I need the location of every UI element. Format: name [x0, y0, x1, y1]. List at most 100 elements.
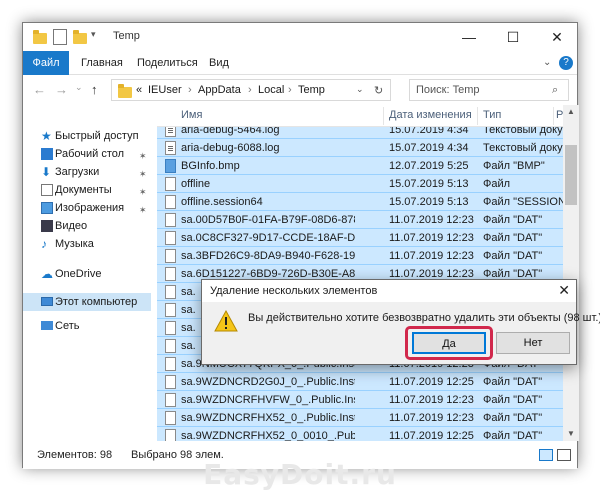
warning-icon	[214, 310, 238, 332]
yes-button[interactable]: Да	[412, 332, 486, 354]
watermark: EasyDoit.ru	[203, 458, 397, 491]
desktop-icon	[41, 148, 53, 160]
file-icon	[165, 393, 176, 407]
file-name: aria-debug-6088.log	[181, 142, 280, 154]
file-icon	[165, 411, 176, 425]
new-folder-icon[interactable]	[73, 29, 87, 45]
sidebar-item-downloads[interactable]: ⬇ Загрузки ✶	[23, 163, 151, 181]
crumb-local[interactable]: Local	[258, 84, 284, 96]
address-folder-icon	[118, 84, 132, 98]
file-type: Файл "DAT"	[483, 412, 543, 424]
file-date: 15.07.2019 4:34	[389, 127, 469, 136]
file-name: sa.9WZDNCRFHX52_0_.Public.InstallAge...	[181, 412, 355, 424]
table-row[interactable]: BGInfo.bmp 12.07.2019 5:25 Файл "BMP"	[157, 157, 563, 175]
file-icon	[165, 357, 176, 371]
vertical-scrollbar[interactable]: ▲ ▼	[563, 105, 579, 441]
scroll-up-icon[interactable]: ▲	[567, 107, 575, 116]
table-row[interactable]: sa.9WZDNCRFHX52_0_.Public.InstallAge... 1…	[157, 409, 563, 427]
column-date[interactable]: Дата изменения	[389, 109, 472, 121]
file-name: sa.00D57B0F-01FA-B79F-08D6-878ED20C...	[181, 214, 355, 226]
table-row[interactable]: sa.00D57B0F-01FA-B79F-08D6-878ED20C... 11…	[157, 211, 563, 229]
scroll-down-icon[interactable]: ▼	[567, 429, 575, 438]
table-row[interactable]: sa.9WZDNCRD2G0J_0_.Public.InstallAge... 1…	[157, 373, 563, 391]
file-date: 11.07.2019 12:23	[389, 412, 474, 424]
properties-icon[interactable]	[53, 29, 67, 45]
file-type: Файл	[483, 178, 511, 190]
address-row: ← → ⌄ ↑ « IEUser › AppData › Local › Tem…	[23, 75, 577, 105]
file-date: 11.07.2019 12:23	[389, 232, 474, 244]
scroll-thumb[interactable]	[565, 145, 577, 205]
table-row[interactable]: sa.9WZDNCRFHX52_0_0010_.Public.Insta... 1…	[157, 427, 563, 441]
ribbon-tabs: Файл Главная Поделиться Вид ⌄ ?	[23, 51, 577, 75]
column-name[interactable]: Имя	[181, 109, 202, 121]
table-row[interactable]: offline.session64 15.07.2019 5:13 Файл "SE…	[157, 193, 563, 211]
dialog-title: Удаление нескольких элементов	[210, 285, 378, 297]
tab-home[interactable]: Главная	[81, 51, 123, 75]
refresh-icon[interactable]: ↻	[374, 84, 383, 97]
file-type: Файл "DAT"	[483, 232, 543, 244]
documents-icon	[41, 184, 53, 196]
sidebar-item-pictures[interactable]: Изображения ✶	[23, 199, 151, 217]
file-icon	[165, 195, 176, 209]
file-name: offline	[181, 178, 211, 190]
file-icon	[165, 159, 176, 173]
sidebar-item-documents[interactable]: Документы ✶	[23, 181, 151, 199]
crumb-temp[interactable]: Temp	[298, 84, 325, 96]
address-dropdown-icon[interactable]: ⌄	[356, 84, 364, 95]
file-type: Файл "BMP"	[483, 160, 545, 172]
table-row[interactable]: sa.3BFD26C9-8DA9-B940-F628-1999D... 11.07…	[157, 247, 563, 265]
forward-icon[interactable]: →	[55, 82, 68, 97]
title-bar: ▾ Temp — ☐ ✕	[23, 23, 577, 51]
file-icon	[165, 177, 176, 191]
up-icon[interactable]: ↑	[91, 82, 98, 97]
table-row[interactable]: sa.9WZDNCRFHVFW_0_.Public.InstallAge... 1…	[157, 391, 563, 409]
computer-icon	[41, 297, 53, 306]
sidebar-item-quick-access[interactable]: ★ Быстрый доступ	[23, 127, 151, 145]
close-button[interactable]: ✕	[535, 23, 579, 51]
help-icon[interactable]: ?	[559, 56, 573, 70]
sidebar-item-network[interactable]: Сеть	[23, 317, 151, 335]
table-row[interactable]: offline 15.07.2019 5:13 Файл	[157, 175, 563, 193]
file-date: 11.07.2019 12:23	[389, 250, 474, 262]
file-date: 15.07.2019 5:13	[389, 178, 469, 190]
file-icon	[165, 213, 176, 227]
file-date: 11.07.2019 12:25	[389, 430, 474, 441]
no-button[interactable]: Нет	[496, 332, 570, 354]
ribbon-expand-icon[interactable]: ⌄	[543, 51, 551, 75]
tab-share[interactable]: Поделиться	[137, 51, 198, 75]
file-type: Файл "SESSION64"	[483, 196, 563, 208]
address-bar[interactable]: « IEUser › AppData › Local › Temp ⌄ ↻	[111, 79, 391, 101]
search-input[interactable]: Поиск: Temp ⌕	[409, 79, 569, 101]
sidebar-item-this-pc[interactable]: Этот компьютер	[23, 293, 151, 311]
sidebar-item-videos[interactable]: Видео	[23, 217, 151, 235]
file-icon	[165, 285, 176, 299]
recent-dropdown-icon[interactable]: ⌄	[75, 82, 83, 93]
file-date: 11.07.2019 12:23	[389, 214, 474, 226]
file-icon	[165, 321, 176, 335]
file-type: Файл "DAT"	[483, 394, 543, 406]
address-prefix[interactable]: «	[136, 84, 142, 96]
dialog-close-icon[interactable]: ✕	[558, 282, 570, 299]
quick-access-dropdown-icon[interactable]: ▾	[91, 29, 101, 45]
tab-view[interactable]: Вид	[209, 51, 229, 75]
file-date: 11.07.2019 12:25	[389, 376, 474, 388]
table-row[interactable]: aria-debug-5464.log 15.07.2019 4:34 Тексто…	[157, 127, 563, 139]
sidebar-item-desktop[interactable]: Рабочий стол ✶	[23, 145, 151, 163]
sidebar-item-music[interactable]: ♪ Музыка	[23, 235, 151, 253]
sidebar-item-onedrive[interactable]: ☁ OneDrive	[23, 265, 151, 283]
file-date: 15.07.2019 5:13	[389, 196, 469, 208]
back-icon[interactable]: ←	[33, 82, 46, 97]
maximize-button[interactable]: ☐	[491, 23, 535, 51]
file-type: Текстовый докум...	[483, 127, 563, 136]
table-row[interactable]: sa.0C8CF327-9D17-CCDE-18AF-DFF4F20... 11.…	[157, 229, 563, 247]
navigation-pane: ★ Быстрый доступ Рабочий стол ✶ ⬇ Загруз…	[23, 105, 151, 441]
file-icon	[165, 267, 176, 281]
crumb-ieuser[interactable]: IEUser	[148, 84, 182, 96]
crumb-appdata[interactable]: AppData	[198, 84, 241, 96]
tab-file[interactable]: Файл	[23, 51, 69, 75]
column-header: Имя Дата изменения Тип Р	[157, 105, 563, 127]
minimize-button[interactable]: —	[447, 23, 491, 51]
file-list: Имя Дата изменения Тип Р aria-debug-5464…	[157, 105, 563, 441]
table-row[interactable]: aria-debug-6088.log 15.07.2019 4:34 Тексто…	[157, 139, 563, 157]
column-type[interactable]: Тип	[483, 109, 501, 121]
